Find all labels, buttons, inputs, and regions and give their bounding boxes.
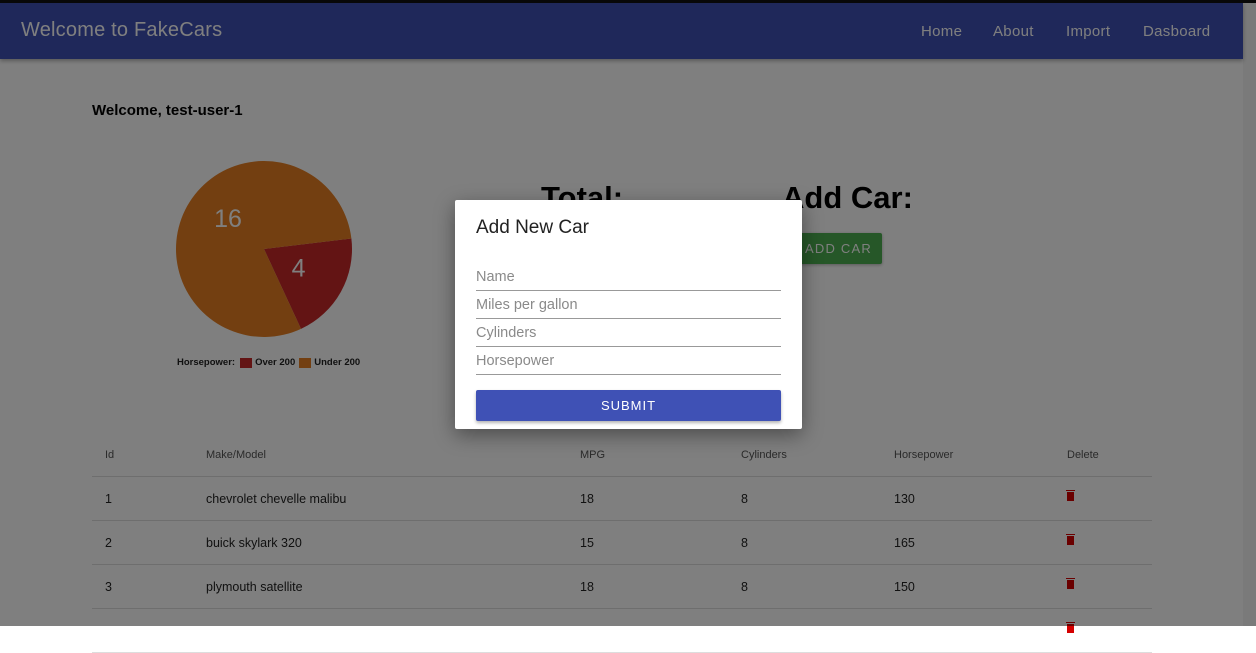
mpg-field[interactable] xyxy=(476,292,781,319)
dialog-title: Add New Car xyxy=(476,217,589,238)
horsepower-field[interactable] xyxy=(476,348,781,375)
add-car-dialog: Add New Car SUBMIT xyxy=(455,200,802,429)
cylinders-field[interactable] xyxy=(476,320,781,347)
name-field[interactable] xyxy=(476,264,781,291)
submit-button[interactable]: SUBMIT xyxy=(476,390,781,421)
